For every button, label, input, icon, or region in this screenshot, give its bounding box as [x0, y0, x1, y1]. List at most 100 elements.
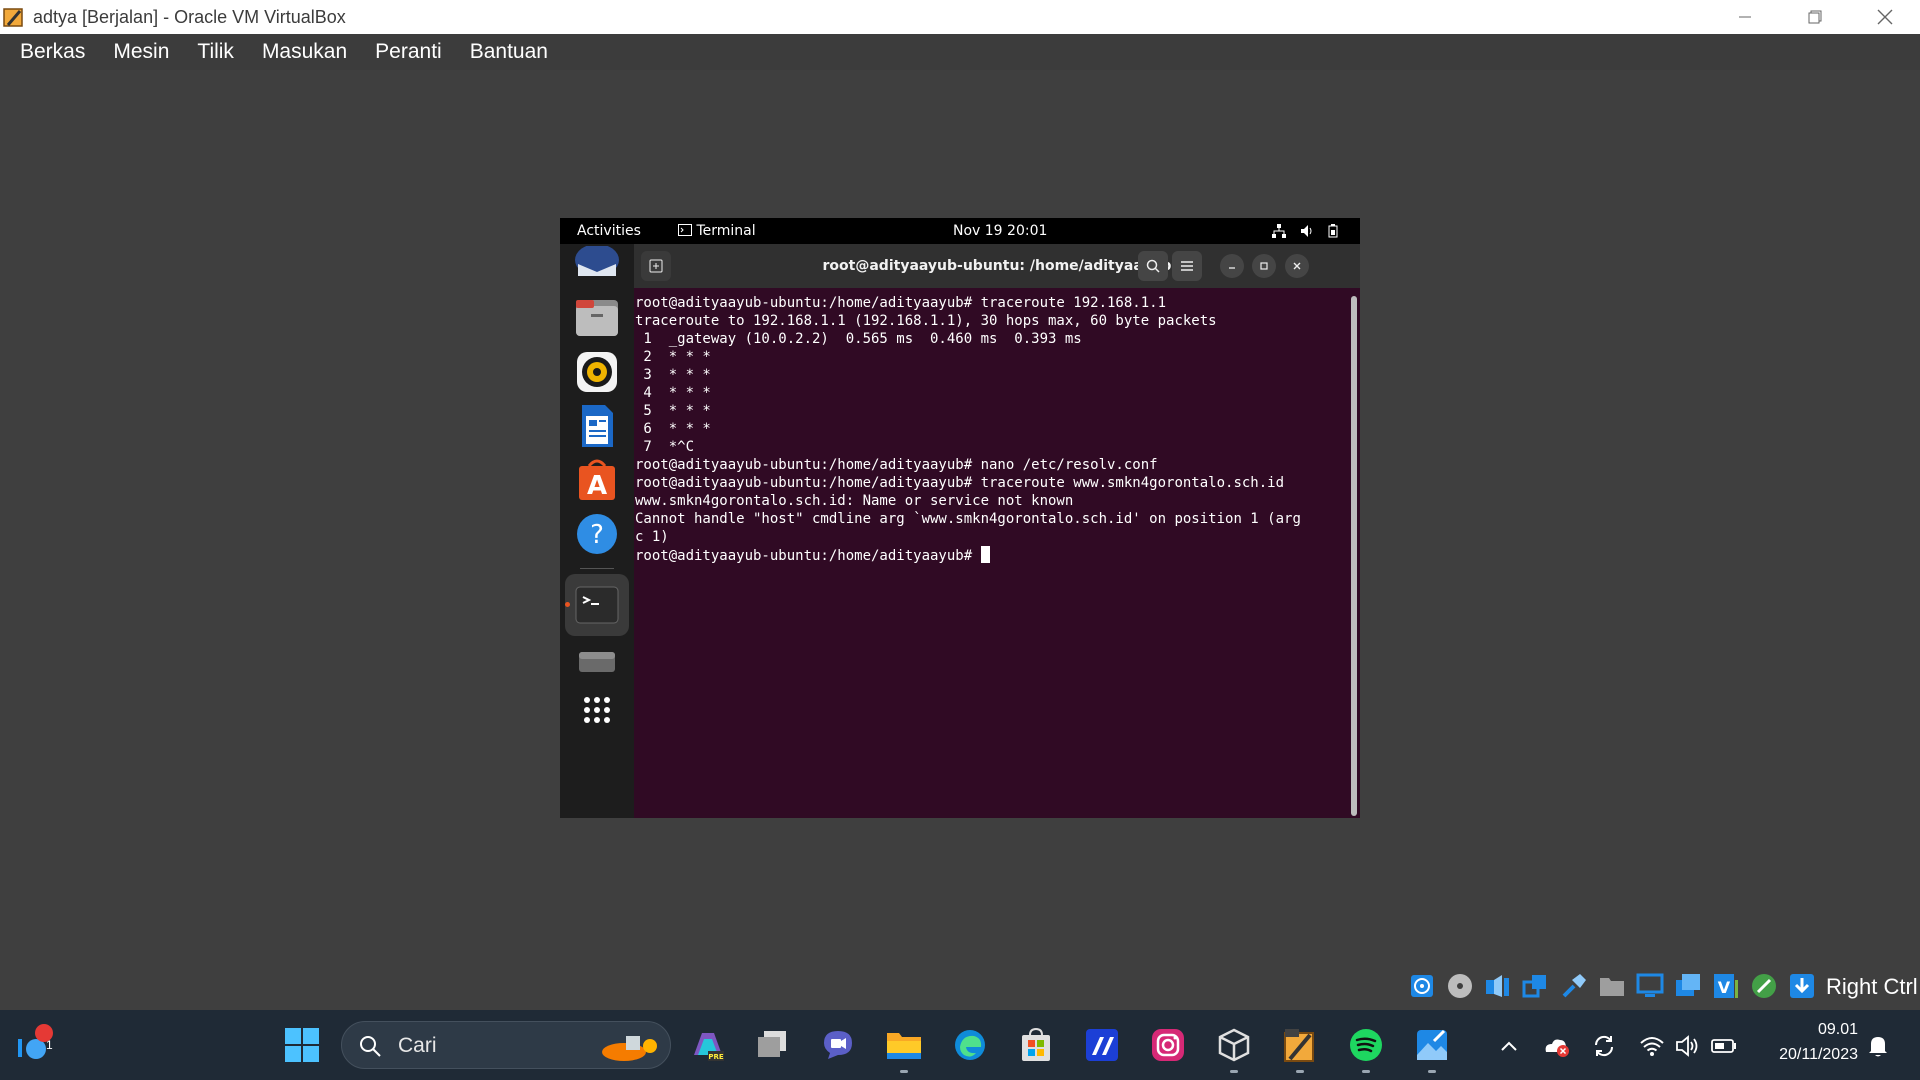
- search-button[interactable]: [1138, 251, 1168, 281]
- taskbar-app-file-explorer[interactable]: [882, 1023, 926, 1067]
- battery-icon[interactable]: [1328, 224, 1338, 242]
- taskbar-search[interactable]: Cari: [341, 1021, 671, 1069]
- svg-text:V: V: [1718, 978, 1731, 997]
- app-menu-terminal[interactable]: Terminal: [678, 223, 756, 239]
- menu-bantuan[interactable]: Bantuan: [470, 40, 548, 64]
- terminal-minimize-button[interactable]: [1220, 254, 1244, 278]
- terminal-line: 7 *^C: [635, 439, 695, 455]
- widgets-button[interactable]: 1: [12, 1023, 56, 1067]
- taskbar-app-virtualbox-vm[interactable]: [1278, 1023, 1322, 1067]
- taskbar-clock-date[interactable]: 20/11/2023: [1779, 1046, 1858, 1064]
- terminal-line: root@adityaayub-ubuntu:/home/adityaayub#…: [635, 295, 1167, 311]
- terminal-close-button[interactable]: [1285, 254, 1309, 278]
- thunderbird-icon[interactable]: [573, 244, 621, 294]
- vbox-menubar: Berkas Mesin Tilik Masukan Peranti Bantu…: [0, 34, 1920, 70]
- show-hidden-icons-button[interactable]: [1495, 1032, 1523, 1060]
- wifi-icon[interactable]: [1638, 1032, 1666, 1060]
- hard-disk-icon[interactable]: [1408, 972, 1436, 1000]
- guest-screen[interactable]: Activities Terminal Nov 19 20:01 A ? roo…: [560, 218, 1360, 818]
- minimize-icon: [1229, 267, 1235, 269]
- recording-icon[interactable]: [1674, 972, 1702, 1000]
- virtualbox-cube-icon: [1218, 1028, 1250, 1062]
- minimize-button[interactable]: [1710, 0, 1780, 34]
- taskbar-app-spotify[interactable]: [1344, 1023, 1388, 1067]
- terminal-maximize-button[interactable]: [1252, 254, 1276, 278]
- terminal-line: www.smkn4gorontalo.sch.id: Name or servi…: [635, 493, 1074, 509]
- files-icon[interactable]: [573, 294, 621, 342]
- app-grid-icon[interactable]: [573, 686, 621, 734]
- terminal-prompt-line[interactable]: root@adityaayub-ubuntu:/home/adityaayub#: [635, 546, 1360, 564]
- menu-mesin[interactable]: Mesin: [113, 40, 169, 64]
- volume-icon[interactable]: [1300, 224, 1314, 242]
- app-center-icon[interactable]: A: [573, 456, 621, 504]
- ubuntu-dock: A ?: [560, 244, 634, 818]
- vbox-titlebar: adtya [Berjalan] - Oracle VM VirtualBox: [0, 0, 1920, 34]
- taskbar-app-edge[interactable]: [948, 1023, 992, 1067]
- drive-icon[interactable]: [573, 640, 621, 688]
- search-placeholder: Cari: [398, 1034, 437, 1057]
- speaker-icon[interactable]: [1674, 1032, 1702, 1060]
- search-highlight-icon: [602, 1036, 657, 1061]
- optical-drive-icon[interactable]: [1446, 972, 1474, 1000]
- editor-app-icon: [1086, 1029, 1118, 1061]
- taskbar-clock-time[interactable]: 09.01: [1818, 1021, 1858, 1039]
- network-icon[interactable]: [1272, 224, 1286, 242]
- terminal-icon[interactable]: [573, 581, 621, 629]
- taskbar-app-task-view[interactable]: [750, 1023, 794, 1067]
- keyboard-capture-icon[interactable]: [1788, 972, 1816, 1000]
- terminal-line: 6 * * *: [635, 421, 711, 437]
- shared-folders-icon[interactable]: [1598, 972, 1626, 1000]
- taskbar-app-store[interactable]: [1014, 1023, 1058, 1067]
- network-adapter-icon[interactable]: [1522, 972, 1550, 1000]
- taskbar-app-photos[interactable]: [1410, 1023, 1454, 1067]
- menu-berkas[interactable]: Berkas: [20, 40, 85, 64]
- running-indicator: [1296, 1070, 1304, 1073]
- terminal-line: 3 * * *: [635, 367, 711, 383]
- svg-text:PRE: PRE: [708, 1053, 724, 1061]
- writer-icon[interactable]: [573, 402, 621, 450]
- battery-icon[interactable]: [1710, 1032, 1738, 1060]
- mouse-integration-icon[interactable]: [1750, 972, 1778, 1000]
- minimize-icon: [1739, 16, 1751, 18]
- taskbar-app-editor[interactable]: [1080, 1023, 1124, 1067]
- search-icon: [1146, 259, 1160, 273]
- windows-logo-icon: [285, 1028, 319, 1062]
- activities-button[interactable]: Activities: [577, 223, 641, 239]
- onedrive-error-icon[interactable]: [1542, 1032, 1570, 1060]
- rhythmbox-icon[interactable]: [573, 348, 621, 396]
- sync-icon[interactable]: [1590, 1032, 1618, 1060]
- spotify-icon: [1350, 1029, 1382, 1061]
- usb-icon[interactable]: [1560, 972, 1588, 1000]
- close-button[interactable]: [1850, 0, 1920, 34]
- taskbar-app-copilot[interactable]: PRE: [686, 1023, 730, 1067]
- clock[interactable]: Nov 19 20:01: [953, 223, 1047, 239]
- taskbar-app-teams[interactable]: [816, 1023, 860, 1067]
- taskbar-app-virtualbox[interactable]: [1212, 1023, 1256, 1067]
- virtualbox-app-icon: [2, 5, 26, 29]
- menu-button[interactable]: [1172, 251, 1202, 281]
- terminal-scrollbar[interactable]: [1351, 296, 1357, 816]
- menu-masukan[interactable]: Masukan: [262, 40, 347, 64]
- restore-button[interactable]: [1780, 0, 1850, 34]
- chevron-up-icon: [1501, 1041, 1517, 1051]
- display-icon[interactable]: [1636, 972, 1664, 1000]
- audio-icon[interactable]: [1484, 972, 1512, 1000]
- menu-tilik[interactable]: Tilik: [197, 40, 234, 64]
- taskbar-app-instagram[interactable]: [1146, 1023, 1190, 1067]
- widget-badge: 1: [46, 1038, 53, 1052]
- start-button[interactable]: [280, 1023, 324, 1067]
- terminal-output[interactable]: root@adityaayub-ubuntu:/home/adityaayub#…: [634, 288, 1360, 818]
- virtualization-icon[interactable]: V: [1712, 972, 1740, 1000]
- terminal-small-icon: [678, 224, 692, 236]
- running-indicator: [900, 1070, 908, 1073]
- app-menu-label: Terminal: [696, 223, 756, 239]
- terminal-line: 1 _gateway (10.0.2.2) 0.565 ms 0.460 ms …: [635, 331, 1082, 347]
- window-title: adtya [Berjalan] - Oracle VM VirtualBox: [33, 6, 346, 27]
- help-icon[interactable]: ?: [573, 510, 621, 558]
- terminal-line: 2 * * *: [635, 349, 711, 365]
- terminal-window: root@adityaayub-ubuntu: /home/adityaayub…: [634, 244, 1360, 818]
- close-icon: [1877, 9, 1893, 25]
- notification-bell-icon[interactable]: [1864, 1032, 1892, 1060]
- menu-peranti[interactable]: Peranti: [375, 40, 442, 64]
- terminal-line: 5 * * *: [635, 403, 711, 419]
